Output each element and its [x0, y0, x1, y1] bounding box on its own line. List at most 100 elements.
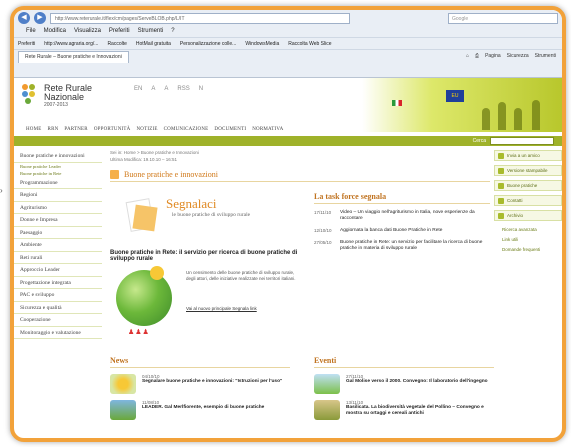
item-title[interactable]: Basilicata. La biodiversità vegetale del… [346, 405, 494, 417]
list-item[interactable]: 13/11/10 Basilicata. La biodiversità veg… [314, 400, 494, 420]
sidebar-button[interactable]: Archivio [494, 210, 562, 221]
sidebar-link[interactable]: Link utili [494, 235, 562, 245]
news-title: News [110, 356, 290, 368]
share-icon [498, 152, 504, 159]
nav-notizie[interactable]: NOTIZIE [136, 124, 157, 136]
nav-documenti[interactable]: DOCUMENTI [214, 124, 246, 136]
logo-mark-icon [22, 84, 40, 108]
favorite-item[interactable]: WindowsMedia [245, 38, 279, 49]
item-title[interactable]: Gal Molise verso il 2000. Convegno: Il l… [346, 379, 488, 385]
menu-help[interactable]: ? [171, 26, 174, 37]
menu-modifica[interactable]: Modifica [44, 26, 66, 37]
segnalaci-title: Segnalaci [166, 196, 217, 211]
news-column: News 04/10/10 Segnalare buone pratiche e… [110, 356, 290, 420]
font-size-icon[interactable]: A [151, 86, 155, 92]
list-item[interactable]: 04/10/10 Segnalare buone pratiche e inno… [110, 374, 290, 394]
menu-preferiti[interactable]: Preferiti [109, 26, 130, 37]
address-bar[interactable]: http://www.reterurale.it/flex/cm/pages/S… [50, 12, 350, 24]
events-title: Eventi [314, 356, 494, 368]
nav-opportunita[interactable]: OPPORTUNITÀ [94, 124, 131, 136]
list-item[interactable]: 12/10/10 Aggiornata la banca dati Buone … [314, 228, 490, 234]
leftnav-item[interactable]: Programmazione [14, 177, 102, 189]
leftnav-subitem[interactable]: Buone pratiche in Rete [14, 170, 102, 177]
nav-rrn[interactable]: RRN [48, 124, 59, 136]
sidebar-button-label: Versione stampabile [507, 168, 548, 173]
sidebar-button-label: Contatti [507, 198, 523, 203]
sidebar-link[interactable]: Domande frequenti [494, 245, 562, 255]
nav-comunicazione[interactable]: COMUNICAZIONE [164, 124, 209, 136]
bp-heading[interactable]: Buone pratiche in Rete: il servizio per … [110, 250, 300, 262]
green-bar: Cerca [14, 136, 562, 146]
tool-strumenti[interactable]: Strumenti [535, 50, 556, 62]
favorite-item[interactable]: HotMail gratuita [136, 38, 171, 49]
leftnav-item[interactable]: Regioni [14, 189, 102, 202]
item-title[interactable]: Segnalare buone pratiche e innovazioni: … [142, 379, 282, 385]
favorite-item[interactable]: Raccolte [107, 38, 126, 49]
leftnav-item[interactable]: Sicurezza e qualità [14, 302, 102, 314]
leftnav-item[interactable]: Agriturismo [14, 202, 102, 214]
menu-strumenti[interactable]: Strumenti [138, 26, 164, 37]
list-item[interactable]: 17/11/10 Video – Un viaggio nell'agritur… [314, 210, 490, 222]
last-modified: Ultima Modifica: 19.10.10 – 16:51 [110, 157, 178, 162]
news-thumbnail [110, 374, 136, 394]
item-title[interactable]: LEADER. Gal Merlfiorente, esempio di buo… [142, 405, 264, 411]
pencil-icon [132, 204, 158, 232]
menu-visualizza[interactable]: Visualizza [74, 26, 101, 37]
leftnav-item[interactable]: Reti rurali [14, 252, 102, 264]
item-title[interactable]: Aggiornata la banca dati Buone Pratiche … [340, 228, 442, 234]
browser-tab[interactable]: Rete Rurale – Buone pratiche e Innovazio… [18, 51, 129, 63]
frame-arrow-icon: › [0, 186, 3, 195]
events-column: Eventi 27/11/10 Gal Molise verso il 2000… [314, 356, 494, 420]
list-item[interactable]: 11/08/10 LEADER. Gal Merlfiorente, esemp… [110, 400, 290, 420]
sidebar-button[interactable]: Versione stampabile [494, 165, 562, 176]
segnalaci-banner[interactable]: Segnalaci le buone pratiche di sviluppo … [110, 192, 300, 246]
sidebar-button[interactable]: Invia a un amico [494, 150, 562, 161]
favorite-item[interactable]: http://www.agraria.org/... [44, 38, 98, 49]
sidebar-button-label: Invia a un amico [507, 153, 540, 158]
print-icon[interactable]: ⎙ [475, 50, 479, 62]
favorite-item[interactable]: Raccolta Web Slice [288, 38, 331, 49]
back-icon[interactable]: ◀ [18, 12, 30, 24]
leftnav-item[interactable]: Ambiente [14, 239, 102, 252]
leftnav-item[interactable]: Buone pratiche e innovazioni [14, 150, 102, 163]
event-thumbnail [314, 374, 340, 394]
nav-partner[interactable]: PARTNER [64, 124, 87, 136]
sidebar-button[interactable]: Contatti [494, 195, 562, 206]
list-item[interactable]: 27/05/10 Buone pratiche in Rete: un serv… [314, 240, 490, 252]
browser-search-input[interactable]: Google [448, 12, 558, 24]
favorites-bar: Preferiti http://www.agraria.org/... Rac… [14, 37, 562, 49]
leftnav-subitem[interactable]: Buone pratiche Leader [14, 163, 102, 170]
font-size-icon[interactable]: A [164, 86, 168, 92]
section-icon [110, 170, 119, 179]
favorites-label[interactable]: Preferiti [18, 38, 35, 49]
favorite-item[interactable]: Personalizzazione colle... [180, 38, 236, 49]
bp-description: Un censimento delle buone pratiche di sv… [186, 270, 296, 281]
site-search-input[interactable] [490, 137, 554, 145]
top-nav: HOME RRN PARTNER OPPORTUNITÀ NOTIZIE COM… [14, 124, 562, 136]
nav-normativa[interactable]: NORMATIVA [252, 124, 283, 136]
home-icon[interactable]: ⌂ [466, 50, 469, 62]
item-title[interactable]: Video – Un viaggio nell'agriturismo in I… [340, 210, 490, 222]
item-title[interactable]: Buone pratiche in Rete: un servizio per … [340, 240, 490, 252]
sidebar-link[interactable]: Ricerca avanzata [494, 225, 562, 235]
bp-illustration: ♟♟♟ Un censimento delle buone pratiche d… [110, 266, 300, 348]
forward-icon[interactable]: ▶ [34, 12, 46, 24]
rss-icon[interactable]: RSS [177, 86, 189, 92]
leftnav-item[interactable]: Monitoraggio e valutazione [14, 327, 102, 339]
site-logo[interactable]: Rete Rurale Nazionale 2007-2013 [22, 84, 92, 108]
tool-sicurezza[interactable]: Sicurezza [507, 50, 529, 62]
language-icon[interactable]: EN [134, 86, 142, 92]
leftnav-item[interactable]: Donne e Impresa [14, 214, 102, 227]
leftnav-item[interactable]: Progettazione integrata [14, 277, 102, 289]
bp-link[interactable]: Vai al nuovo principale Segnala link [186, 306, 296, 312]
sidebar-button[interactable]: Buone pratiche [494, 180, 562, 191]
leftnav-item[interactable]: Approccio Leader [14, 264, 102, 277]
nav-home[interactable]: HOME [26, 124, 42, 136]
leftnav-item[interactable]: Paesaggio [14, 227, 102, 239]
menu-file[interactable]: File [26, 26, 36, 37]
list-item[interactable]: 27/11/10 Gal Molise verso il 2000. Conve… [314, 374, 494, 394]
tool-pagina[interactable]: Pagina [485, 50, 501, 62]
leftnav-item[interactable]: Cooperazione [14, 314, 102, 327]
newsletter-icon[interactable]: N [199, 86, 203, 92]
leftnav-item[interactable]: PAC e sviluppo [14, 289, 102, 302]
